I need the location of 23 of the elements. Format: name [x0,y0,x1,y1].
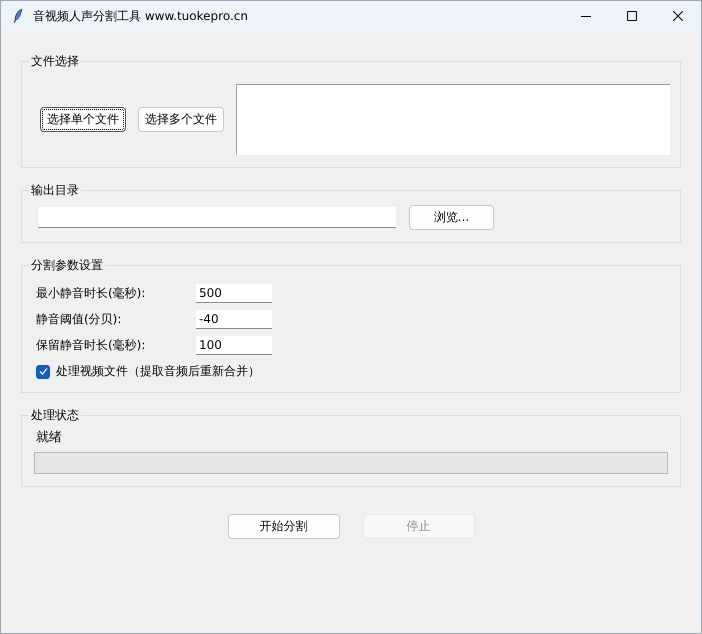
group-title: 文件选择 [30,53,80,70]
select-file-button[interactable]: 选择多个文件 [138,107,224,132]
param-input[interactable]: 500 [196,284,272,302]
output-path-field[interactable] [38,207,396,228]
browse-button[interactable]: 浏览... [409,205,494,230]
param-input[interactable]: -40 [196,310,272,328]
status-text: 就绪 [35,429,62,446]
param-label: 静音阈值(分贝): [36,310,122,328]
maximize-icon[interactable] [627,11,637,21]
param-label: 最小静音时长(毫秒): [36,284,146,302]
group-title: 分割参数设置 [30,257,104,274]
close-icon[interactable] [673,11,683,21]
group-title: 输出目录 [30,182,80,199]
param-label: 保留静音时长(毫秒): [36,336,146,354]
window-title: 音视频人声分割工具 www.tuokepro.cn [33,8,248,24]
group-title: 处理状态 [30,407,80,424]
select-file-button[interactable]: 选择单个文件 [40,107,126,132]
checkbox[interactable] [36,364,50,378]
action-button[interactable]: 开始分割 [228,514,340,539]
param-input[interactable]: 100 [196,336,272,354]
checkbox-label: 处理视频文件（提取音频后重新合并） [56,363,260,380]
check-icon [38,367,48,376]
feather-icon [13,8,23,24]
